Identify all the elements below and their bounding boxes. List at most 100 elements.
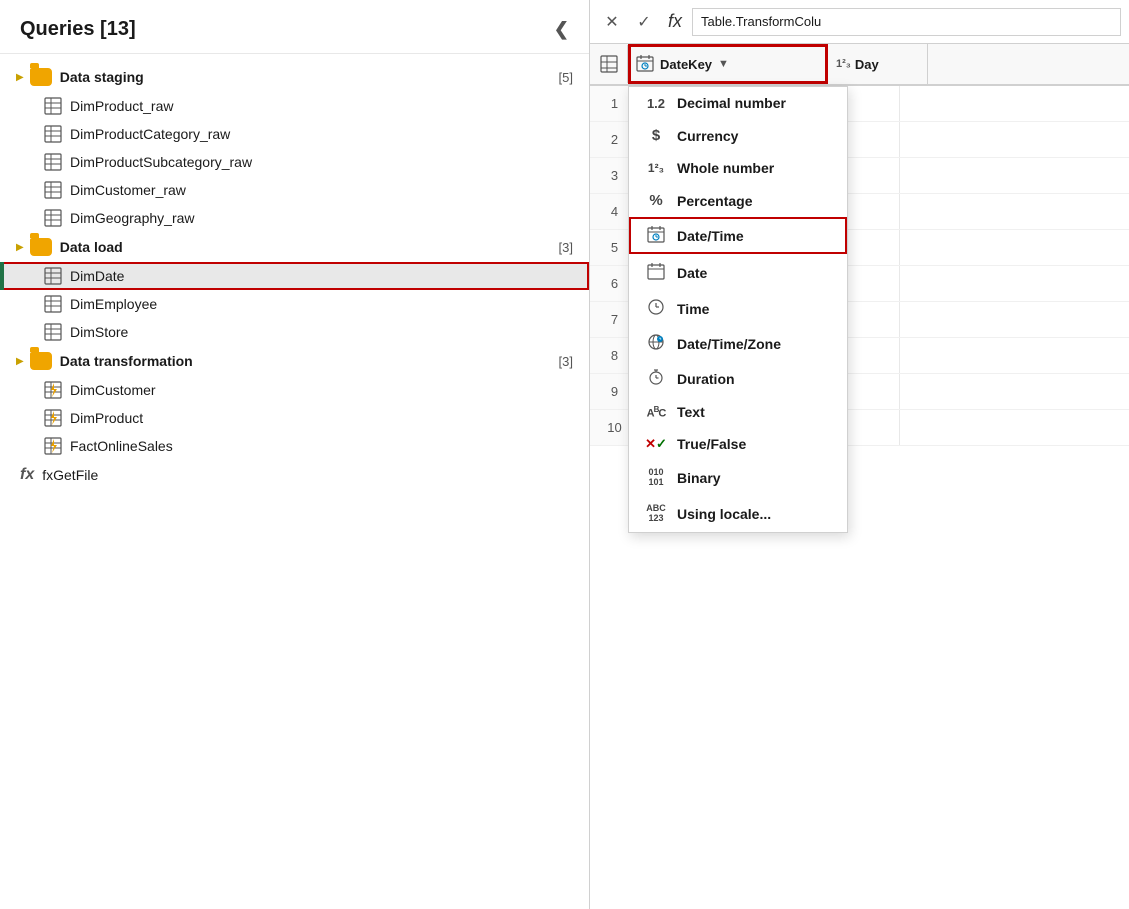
query-dimproductsubcategory-raw[interactable]: DimProductSubcategory_raw	[0, 148, 589, 176]
query-dimcustomer[interactable]: DimCustomer	[0, 376, 589, 404]
query-name: DimDate	[70, 268, 124, 284]
folder-icon	[30, 68, 52, 86]
queries-header: Queries [13] ❮	[0, 0, 589, 54]
dropdown-label-whole: Whole number	[677, 160, 774, 176]
dropdown-item-percentage[interactable]: % Percentage	[629, 184, 847, 217]
table-icon	[44, 323, 62, 341]
table-icon	[44, 153, 62, 171]
table-icon	[44, 295, 62, 313]
dropdown-label-truefalse: True/False	[677, 436, 746, 452]
query-name: DimProductSubcategory_raw	[70, 154, 252, 170]
truefalse-icon: ✕✓	[645, 436, 667, 452]
whole-number-icon: 1²₃	[645, 161, 667, 175]
number-type-icon: 1²₃	[836, 58, 851, 70]
dropdown-item-binary[interactable]: 010101 Binary	[629, 460, 847, 496]
right-panel: ✕ ✓ fx DateKey ▼	[590, 0, 1129, 909]
datetime-icon	[645, 225, 667, 246]
dropdown-item-date[interactable]: Date	[629, 254, 847, 291]
query-dimproductcategory-raw[interactable]: DimProductCategory_raw	[0, 120, 589, 148]
query-name: FactOnlineSales	[70, 438, 173, 454]
query-factonlinesales[interactable]: FactOnlineSales	[0, 432, 589, 460]
table-icon	[44, 97, 62, 115]
query-dimdate[interactable]: DimDate	[0, 262, 589, 290]
dropdown-item-locale[interactable]: ABC123 Using locale...	[629, 496, 847, 532]
dropdown-item-truefalse[interactable]: ✕✓ True/False	[629, 428, 847, 460]
group-count-transformation: [3]	[559, 354, 573, 369]
table-lightning-icon	[44, 409, 62, 427]
dropdown-label-currency: Currency	[677, 128, 738, 144]
currency-icon: $	[645, 127, 667, 144]
fx-name: fxGetFile	[42, 467, 98, 483]
text-icon: ABC	[645, 405, 667, 420]
left-panel: Queries [13] ❮ ▶ Data staging [5] DimPro…	[0, 0, 590, 909]
date-icon	[645, 262, 667, 283]
query-dimproduct[interactable]: DimProduct	[0, 404, 589, 432]
table-icon	[44, 125, 62, 143]
dropdown-item-whole[interactable]: 1²₃ Whole number	[629, 152, 847, 184]
formula-bar: ✕ ✓ fx	[590, 0, 1129, 44]
query-dimstore[interactable]: DimStore	[0, 318, 589, 346]
fx-icon: fx	[20, 466, 34, 484]
group-data-transformation[interactable]: ▶ Data transformation [3]	[0, 346, 589, 376]
query-dimemployee[interactable]: DimEmployee	[0, 290, 589, 318]
queries-title: Queries [13]	[20, 18, 136, 41]
dropdown-label-date: Date	[677, 265, 707, 281]
query-name: DimCustomer	[70, 382, 156, 398]
time-icon	[645, 299, 667, 318]
day-label: Day	[855, 57, 879, 72]
group-data-staging[interactable]: ▶ Data staging [5]	[0, 62, 589, 92]
day-column-header[interactable]: 1²₃ Day	[828, 44, 928, 84]
group-data-load[interactable]: ▶ Data load [3]	[0, 232, 589, 262]
dropdown-label-decimal: Decimal number	[677, 95, 786, 111]
query-dimgeography-raw[interactable]: DimGeography_raw	[0, 204, 589, 232]
dropdown-item-decimal[interactable]: 1.2 Decimal number	[629, 87, 847, 119]
query-name: DimProductCategory_raw	[70, 126, 230, 142]
dropdown-item-datetimezone[interactable]: Date/Time/Zone	[629, 326, 847, 361]
table-icon	[44, 181, 62, 199]
group-name-staging: Data staging	[60, 69, 559, 85]
table-icon	[44, 267, 62, 285]
triangle-icon: ▶	[16, 242, 24, 253]
binary-icon: 010101	[645, 468, 667, 488]
query-name: DimEmployee	[70, 296, 157, 312]
formula-input[interactable]	[692, 8, 1121, 36]
dropdown-item-currency[interactable]: $ Currency	[629, 119, 847, 152]
confirm-formula-button[interactable]: ✓	[630, 8, 658, 36]
query-dimproduct-raw[interactable]: DimProduct_raw	[0, 92, 589, 120]
query-name: DimStore	[70, 324, 128, 340]
dropdown-item-text[interactable]: ABC Text	[629, 396, 847, 428]
type-dropdown-menu: 1.2 Decimal number $ Currency 1²₃ Whole …	[628, 86, 848, 533]
percentage-icon: %	[645, 192, 667, 209]
decimal-icon: 1.2	[645, 96, 667, 111]
triangle-icon: ▶	[16, 72, 24, 83]
dropdown-label-binary: Binary	[677, 470, 721, 486]
dropdown-label-percentage: Percentage	[677, 193, 752, 209]
datekey-dropdown-arrow[interactable]: ▼	[718, 58, 729, 70]
triangle-icon: ▶	[16, 356, 24, 367]
grid-select-all-button[interactable]	[590, 45, 628, 83]
fx-getfile[interactable]: fx fxGetFile	[0, 460, 589, 490]
dropdown-label-text: Text	[677, 404, 705, 420]
dropdown-item-datetime[interactable]: Date/Time	[629, 217, 847, 254]
dropdown-item-duration[interactable]: Duration	[629, 361, 847, 396]
group-count-load: [3]	[559, 240, 573, 255]
query-name: DimCustomer_raw	[70, 182, 186, 198]
column-header-bar: DateKey ▼ 1.2 Decimal number $ Currency …	[590, 44, 1129, 86]
close-formula-button[interactable]: ✕	[598, 8, 626, 36]
dropdown-label-time: Time	[677, 301, 709, 317]
dropdown-label-datetime: Date/Time	[677, 228, 744, 244]
datekey-label: DateKey	[660, 57, 712, 72]
datekey-column-header[interactable]: DateKey ▼ 1.2 Decimal number $ Currency …	[628, 44, 828, 84]
dropdown-label-datetimezone: Date/Time/Zone	[677, 336, 781, 352]
group-name-load: Data load	[60, 239, 559, 255]
calendar-type-icon	[636, 54, 654, 75]
group-count-staging: [5]	[559, 70, 573, 85]
query-name: DimGeography_raw	[70, 210, 195, 226]
folder-icon	[30, 238, 52, 256]
dropdown-label-locale: Using locale...	[677, 506, 771, 522]
locale-icon: ABC123	[645, 504, 667, 524]
query-name: DimProduct	[70, 410, 143, 426]
dropdown-item-time[interactable]: Time	[629, 291, 847, 326]
collapse-button[interactable]: ❮	[554, 19, 569, 40]
query-dimcustomer-raw[interactable]: DimCustomer_raw	[0, 176, 589, 204]
